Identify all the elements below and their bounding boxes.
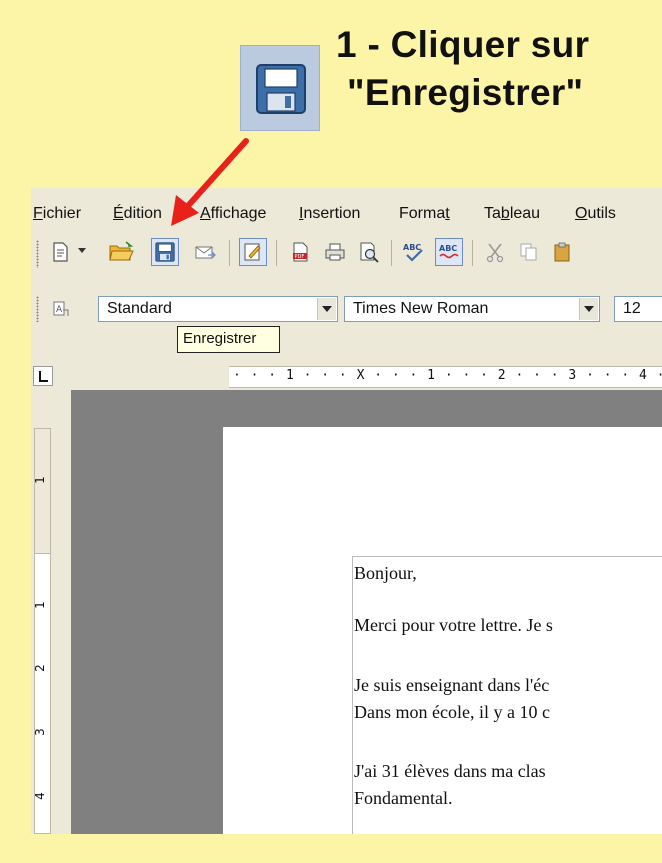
paragraph-style-icon: A	[53, 301, 69, 316]
document-area: Bonjour, Merci pour votre lettre. Je s J…	[71, 390, 662, 834]
floppy-save-icon	[256, 64, 306, 114]
menu-affichage[interactable]: Affichage	[200, 205, 266, 223]
font-size-value: 12	[623, 300, 641, 317]
menu-edition[interactable]: Édition	[113, 205, 162, 223]
svg-text:ABC: ABC	[439, 244, 457, 253]
chevron-down-icon[interactable]	[78, 248, 86, 253]
vruler-label: 1	[32, 601, 47, 609]
svg-text:PDF: PDF	[295, 254, 305, 260]
ruler-labels: · · · 1 · · · X · · · 1 · · · 2 · · · 3 …	[233, 368, 662, 383]
writer-window: Fichier Édition Affichage Insertion Form…	[31, 188, 662, 834]
print-preview-button[interactable]	[355, 238, 383, 266]
autospellcheck-icon: ABC	[439, 244, 459, 259]
copy-icon	[520, 243, 537, 261]
save-tooltip: Enregistrer	[177, 326, 280, 353]
text-area[interactable]: Bonjour, Merci pour votre lettre. Je s J…	[352, 556, 662, 834]
menu-format[interactable]: Format	[399, 205, 450, 223]
font-size-combo[interactable]: 12	[614, 296, 662, 322]
new-document-button[interactable]	[47, 238, 75, 266]
print-icon	[325, 243, 345, 261]
document-paragraph[interactable]: Fondamental.	[354, 788, 452, 809]
menu-insertion[interactable]: Insertion	[299, 205, 360, 223]
autospellcheck-button[interactable]: ABC	[435, 238, 463, 266]
vruler-label: 4	[32, 792, 47, 800]
menu-bar: Fichier Édition Affichage Insertion Form…	[31, 201, 662, 231]
tutorial-frame: 1 - Cliquer sur "Enregistrer" Fichier Éd…	[0, 0, 662, 863]
spellcheck-icon: ABC	[403, 243, 423, 262]
vruler-label: 3	[32, 728, 47, 736]
floppy-save-icon	[155, 242, 175, 262]
pdf-export-icon: PDF	[293, 242, 308, 262]
print-button[interactable]	[321, 238, 349, 266]
toolbar-separator	[391, 240, 392, 266]
instruction-title-line2: "Enregistrer"	[347, 72, 584, 113]
toolbar-grip[interactable]	[36, 240, 39, 268]
edit-mode-icon	[244, 243, 261, 261]
styles-button[interactable]: A	[47, 295, 75, 323]
cut-icon	[486, 243, 504, 263]
spellcheck-button[interactable]: ABC	[400, 238, 428, 266]
toolbar-separator	[276, 240, 277, 266]
font-name-combo[interactable]: Times New Roman	[344, 296, 600, 322]
menu-outils[interactable]: Outils	[575, 205, 616, 223]
formatting-toolbar: A Standard Times New Roman 12	[31, 292, 662, 326]
chevron-down-icon[interactable]	[317, 298, 336, 320]
edit-mode-button[interactable]	[239, 238, 267, 266]
font-name-value: Times New Roman	[353, 300, 489, 317]
svg-text:A: A	[56, 305, 63, 315]
document-paragraph[interactable]: Je suis enseignant dans l'éc	[354, 675, 549, 696]
email-icon	[195, 246, 216, 259]
paste-icon	[554, 242, 570, 262]
tab-stop-selector[interactable]	[33, 366, 53, 386]
chevron-down-icon[interactable]	[579, 298, 598, 320]
save-button[interactable]	[151, 238, 179, 266]
open-folder-icon	[109, 241, 134, 261]
document-paragraph[interactable]: Dans mon école, il y a 10 c	[354, 702, 550, 723]
document-paragraph[interactable]: Bonjour,	[354, 563, 417, 584]
toolbar-separator	[229, 240, 230, 266]
send-email-button[interactable]	[191, 238, 219, 266]
vruler-label: 1	[32, 476, 47, 484]
cut-button[interactable]	[481, 238, 509, 266]
save-icon-enlarged	[240, 45, 320, 131]
svg-text:ABC: ABC	[403, 243, 421, 252]
toolbar-grip[interactable]	[36, 296, 39, 322]
vruler-label: 2	[32, 664, 47, 672]
document-paragraph[interactable]: Merci pour votre lettre. Je s	[354, 615, 553, 636]
menu-fichier[interactable]: Fichier	[33, 205, 81, 223]
vertical-ruler[interactable]: 1 1 2 3 4	[31, 403, 53, 834]
copy-button[interactable]	[515, 238, 543, 266]
standard-toolbar: PDF ABC ABC	[31, 238, 662, 276]
new-document-icon	[53, 242, 68, 262]
bottom-band	[0, 834, 662, 863]
toolbar-separator	[472, 240, 473, 266]
document-page[interactable]: Bonjour, Merci pour votre lettre. Je s J…	[223, 427, 662, 834]
vertical-ruler-margin	[34, 428, 51, 554]
export-pdf-button[interactable]: PDF	[287, 238, 315, 266]
open-button[interactable]	[107, 238, 135, 266]
paragraph-style-value: Standard	[107, 300, 172, 317]
instruction-title-line1: 1 - Cliquer sur	[336, 24, 590, 65]
paragraph-style-combo[interactable]: Standard	[98, 296, 338, 322]
paste-button[interactable]	[549, 238, 577, 266]
print-preview-icon	[360, 242, 379, 263]
horizontal-ruler[interactable]: · · · 1 · · · X · · · 1 · · · 2 · · · 3 …	[229, 366, 662, 388]
menu-tableau[interactable]: Tableau	[484, 205, 540, 223]
document-paragraph[interactable]: J'ai 31 élèves dans ma clas	[354, 761, 546, 782]
